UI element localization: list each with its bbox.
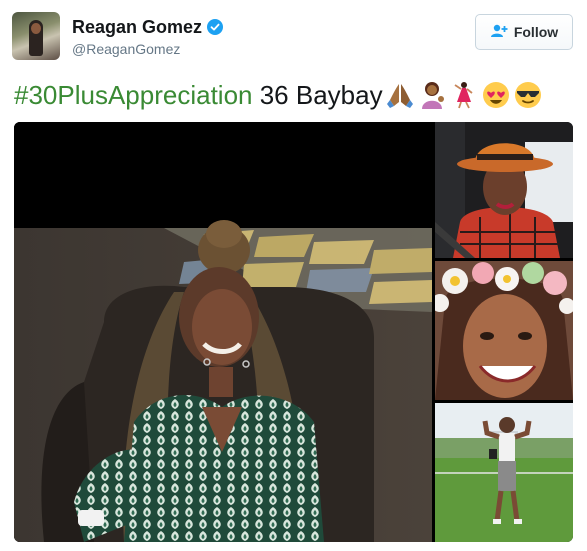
user-handle[interactable]: @ReaganGomez [72,41,223,57]
display-name[interactable]: Reagan Gomez [72,16,202,38]
user-info: Reagan Gomez @ReaganGomez [72,16,224,57]
photo-flower-crown[interactable] [435,261,573,400]
tweet-body-text: 36 Baybay [252,80,383,110]
hashtag-link[interactable]: #30PlusAppreciation [14,78,253,112]
follow-user-plus-icon [490,24,508,41]
name-row: Reagan Gomez [72,16,224,38]
avatar-face [31,23,41,34]
woman-dancing-icon [449,80,479,110]
avatar[interactable] [12,12,60,60]
main-photo-green-dress[interactable] [14,122,432,542]
photo-orange-hat[interactable] [435,122,573,258]
follow-button[interactable]: Follow [475,14,573,50]
heart-eyes-face-icon [481,80,511,110]
sunglasses-face-icon [513,80,543,110]
photo-field-flexing[interactable] [435,403,573,542]
folded-hands-icon [385,80,415,110]
follow-button-label: Follow [513,24,559,40]
verified-badge-icon [207,19,224,35]
tweet-text: #30PlusAppreciation 36 Baybay [14,78,543,112]
media-grid [14,122,573,542]
woman-tipping-hand-icon [417,80,447,110]
